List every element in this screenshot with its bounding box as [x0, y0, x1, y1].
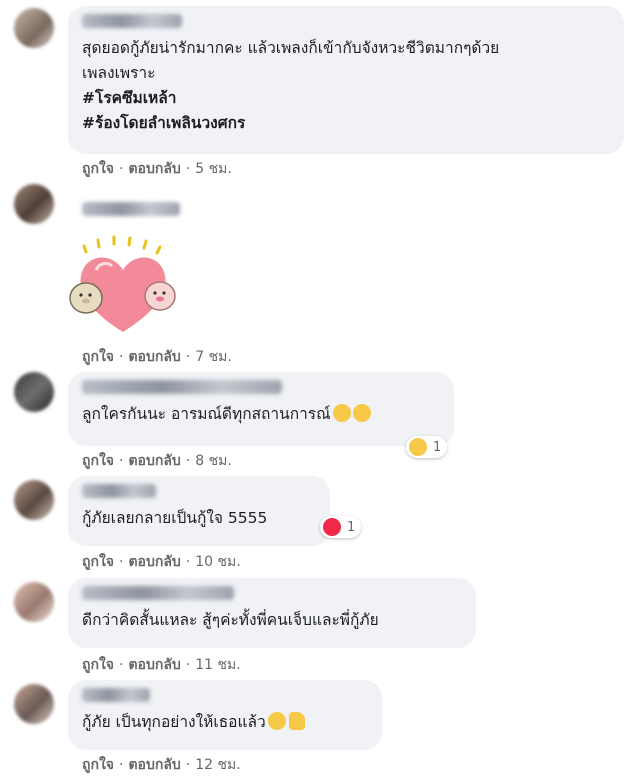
like-button[interactable]: ถูกใจ: [82, 657, 114, 673]
timestamp[interactable]: 7 ชม.: [195, 349, 232, 365]
comment-actions: ถูกใจ · ตอบกลับ · 7 ชม.: [82, 349, 232, 365]
reaction-count: 1: [433, 439, 442, 455]
commenter-name[interactable]: [82, 484, 156, 498]
avatar[interactable]: [14, 684, 54, 724]
comment-bubble: กู้ภัย เป็นทุกอย่างให้เธอแล้ว: [68, 680, 382, 750]
reply-button[interactable]: ตอบกลับ: [128, 757, 180, 773]
reply-button[interactable]: ตอบกลับ: [128, 554, 180, 570]
like-button[interactable]: ถูกใจ: [82, 554, 114, 570]
timestamp[interactable]: 10 ชม.: [195, 554, 240, 570]
flushed-emoji-icon: [332, 404, 351, 422]
comment-text-line: กู้ภัย เป็นทุกอย่างให้เธอแล้ว: [82, 710, 368, 735]
avatar[interactable]: [14, 8, 54, 48]
like-button[interactable]: ถูกใจ: [82, 453, 114, 469]
timestamp[interactable]: 11 ชม.: [195, 657, 240, 673]
comment-text-line: เพลงเพราะ: [82, 64, 156, 82]
reaction-count: 1: [347, 519, 356, 535]
comment-text-line: ลูกใครกันนะ อารมณ์ดีทุกสถานการณ์: [82, 402, 440, 427]
commenter-name[interactable]: [82, 14, 182, 28]
comment-text-line: ดีกว่าคิดสั้นแหละ สู้ๆค่ะทั้งพี่คนเจ็บแล…: [82, 611, 379, 629]
comment-text-line: สุดยอดกู้ภัยน่ารักมากคะ แล้วเพลงก็เข้ากั…: [82, 39, 500, 57]
timestamp[interactable]: 12 ชม.: [195, 757, 240, 773]
like-button[interactable]: ถูกใจ: [82, 349, 114, 365]
like-button[interactable]: ถูกใจ: [82, 757, 114, 773]
commenter-name[interactable]: [82, 380, 282, 394]
commenter-name[interactable]: [82, 202, 180, 216]
timestamp[interactable]: 5 ชม.: [195, 161, 232, 177]
commenter-name[interactable]: [82, 586, 234, 600]
avatar[interactable]: [14, 184, 54, 224]
avatar[interactable]: [14, 582, 54, 622]
comment-actions: ถูกใจ · ตอบกลับ · 11 ชม.: [82, 657, 241, 673]
hashtag-link[interactable]: #โรคซึมเหล้า: [82, 86, 610, 111]
reply-button[interactable]: ตอบกลับ: [128, 453, 180, 469]
reply-button[interactable]: ตอบกลับ: [128, 161, 180, 177]
grinning-emoji-icon: [267, 712, 286, 730]
comment-actions: ถูกใจ · ตอบกลับ · 5 ชม.: [82, 161, 232, 177]
commenter-name[interactable]: [82, 688, 150, 702]
sweat-smile-emoji-icon: [352, 404, 371, 422]
comment-text-line: กู้ภัยเลยกลายเป็นกู้ใจ 5555: [82, 509, 268, 527]
timestamp[interactable]: 8 ชม.: [195, 453, 232, 469]
like-button[interactable]: ถูกใจ: [82, 161, 114, 177]
reply-button[interactable]: ตอบกลับ: [128, 657, 180, 673]
comment-actions: ถูกใจ · ตอบกลับ · 8 ชม.: [82, 453, 232, 469]
comment-bubble: ดีกว่าคิดสั้นแหละ สู้ๆค่ะทั้งพี่คนเจ็บแล…: [68, 578, 476, 648]
comment-bubble: กู้ภัยเลยกลายเป็นกู้ใจ 5555: [68, 476, 330, 546]
avatar[interactable]: [14, 480, 54, 520]
laughing-emoji-icon: [409, 438, 427, 456]
comment-bubble: ลูกใครกันนะ อารมณ์ดีทุกสถานการณ์: [68, 372, 454, 446]
reply-button[interactable]: ตอบกลับ: [128, 349, 180, 365]
avatar[interactable]: [14, 372, 54, 412]
comment-actions: ถูกใจ · ตอบกลับ · 12 ชม.: [82, 757, 241, 773]
hashtag-link[interactable]: #ร้องโดยลำเพลินวงศกร: [82, 111, 610, 136]
comment-actions: ถูกใจ · ตอบกลับ · 10 ชม.: [82, 554, 241, 570]
reaction-badge[interactable]: 1: [406, 436, 448, 458]
reaction-badge[interactable]: 1: [320, 516, 362, 538]
comment-bubble: สุดยอดกู้ภัยน่ารักมากคะ แล้วเพลงก็เข้ากั…: [68, 6, 624, 154]
heart-reaction-icon: [323, 518, 341, 536]
heart-bears-sticker: [69, 235, 176, 332]
thumbs-up-emoji-icon: [288, 712, 305, 730]
